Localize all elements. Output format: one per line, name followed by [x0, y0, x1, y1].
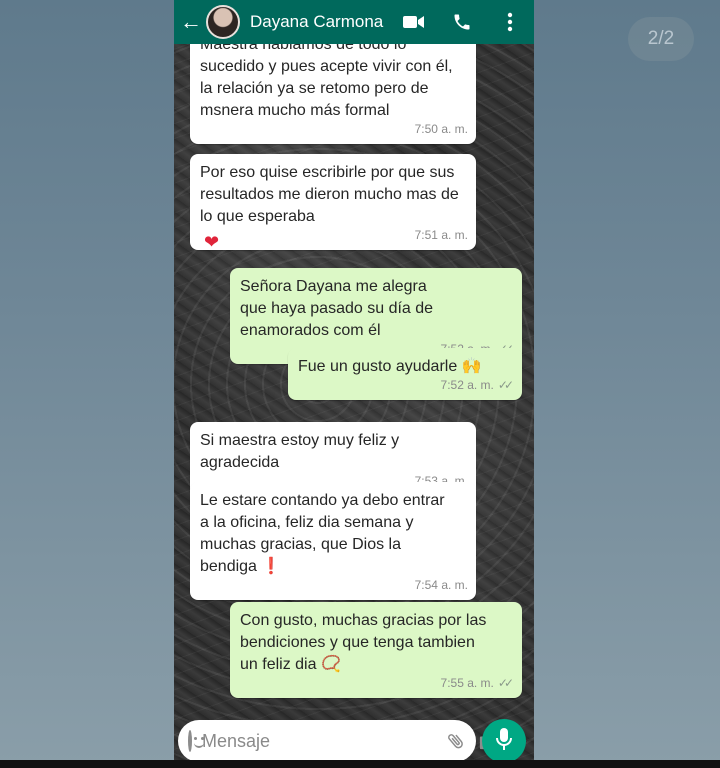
- message-time: 7:51 a. m.: [414, 228, 468, 242]
- page-counter: 2/2: [628, 17, 694, 61]
- message-outgoing[interactable]: Fue un gusto ayudarle 🙌 7:52 a. m. ✓✓: [288, 348, 522, 400]
- microphone-button[interactable]: [482, 719, 526, 763]
- message-time: 7:52 a. m.: [440, 378, 494, 392]
- phone-icon[interactable]: [450, 10, 474, 34]
- message-meta: 7:52 a. m. ✓✓: [440, 374, 515, 396]
- avatar[interactable]: [206, 5, 240, 39]
- microphone-icon: [495, 727, 513, 756]
- paperclip-icon[interactable]: [446, 731, 466, 751]
- message-incoming[interactable]: Por eso quise escribirle por que sus res…: [190, 154, 476, 250]
- chat-header: ← Dayana Carmona: [174, 0, 534, 44]
- smiley-icon[interactable]: [188, 730, 204, 752]
- message-text: Le estare contando ya debo entrar a la o…: [200, 492, 445, 575]
- double-check-icon: ✓✓: [497, 378, 514, 392]
- message-meta: 7:55 a. m. ✓✓: [440, 672, 515, 694]
- message-text: Si maestra estoy muy feliz y agradecida: [200, 432, 400, 471]
- message-input[interactable]: [202, 730, 434, 752]
- contact-name[interactable]: Dayana Carmona: [250, 12, 402, 32]
- message-text: Por eso quise escribirle por que sus res…: [200, 164, 459, 225]
- message-outgoing[interactable]: Con gusto, muchas gracias por las bendic…: [230, 602, 522, 698]
- message-text: Señora Dayana me alegra que haya pasado …: [240, 278, 434, 339]
- heart-reaction-icon: ❤: [204, 232, 220, 252]
- more-vertical-icon[interactable]: [498, 10, 522, 34]
- message-text: Maestra hablamos de todo lo sucedido y p…: [200, 36, 453, 119]
- message-list[interactable]: Maestra hablamos de todo lo sucedido y p…: [174, 26, 534, 716]
- message-time: 7:54 a. m.: [414, 578, 468, 592]
- message-text: Con gusto, muchas gracias por las bendic…: [240, 612, 487, 673]
- message-time: 7:55 a. m.: [440, 676, 494, 690]
- double-check-icon: ✓✓: [497, 676, 514, 690]
- arrow-left-icon[interactable]: ←: [180, 9, 202, 35]
- phone-screen: ← Dayana Carmona Maestra hablamos de tod…: [174, 0, 534, 768]
- video-camera-icon[interactable]: [402, 10, 426, 34]
- message-time: 7:50 a. m.: [414, 122, 468, 136]
- message-incoming[interactable]: Le estare contando ya debo entrar a la o…: [190, 482, 476, 600]
- message-input-bar: [178, 720, 499, 762]
- navigation-strip: [0, 760, 720, 768]
